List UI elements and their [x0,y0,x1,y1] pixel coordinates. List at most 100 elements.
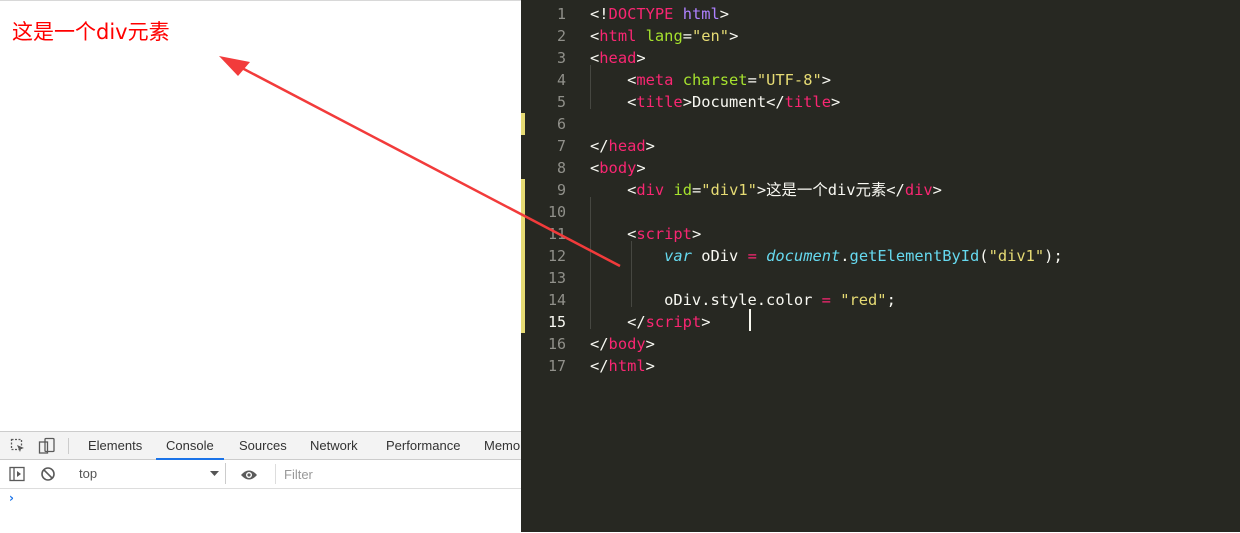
code-token: > [821,71,832,89]
code-token: < [590,71,637,89]
tab-elements[interactable]: Elements [88,432,142,460]
code-line: 5 <title>Document</title> [521,91,1240,113]
context-selector[interactable]: top [69,463,226,484]
code-token: lang [645,27,683,45]
tab-sources[interactable]: Sources [239,432,287,460]
div1-element: 这是一个div元素 [12,20,170,44]
line-number: 1 [556,5,566,23]
line-number: 16 [547,335,566,353]
line-number: 8 [556,159,566,177]
code-text: </script> [590,311,710,333]
code-token: >Document</ [682,93,785,111]
code-text: </body> [590,333,655,355]
prompt-chevron-icon[interactable]: › [9,491,14,505]
tab-console[interactable]: Console [156,432,224,460]
code-text: <div id="div1">这是一个div元素</div> [590,179,942,201]
line-number: 11 [547,225,566,243]
code-token: < [590,49,600,67]
code-token: html [599,27,637,45]
code-token: > [645,137,655,155]
code-token: "red" [840,291,887,309]
code-editor[interactable]: 1 <!DOCTYPE html> 2 <html lang="en"> 3 <head>… [521,0,1240,532]
code-token: < [590,27,600,45]
console-filter-input[interactable] [275,464,515,484]
code-text: <!DOCTYPE html> [590,3,729,25]
code-token: > [719,5,730,23]
text-caret [749,309,751,331]
code-line: 12 var oDiv = document.getElementById("d… [521,245,1240,267]
code-token: "div1" [701,181,757,199]
toolbar-separator [68,438,69,454]
code-token: > [636,49,646,67]
code-token: > [932,181,942,199]
code-token: body [599,159,637,177]
sidebar-toggle-icon[interactable] [9,466,25,486]
device-toolbar-icon[interactable] [38,437,56,459]
eye-icon[interactable] [240,467,258,486]
code-token: <! [590,5,609,23]
tab-performance[interactable]: Performance [386,432,460,460]
code-text: var oDiv = document.getElementById("div1… [590,245,1063,267]
line-number: 3 [556,49,566,67]
code-token: > [729,27,739,45]
clear-console-icon[interactable] [40,466,56,486]
code-line: 4 <meta charset="UTF-8"> [521,69,1240,91]
code-line: 3 <head> [521,47,1240,69]
devtools-panel: Elements Console Sources Network Perform… [0,431,521,533]
line-number: 17 [547,357,566,375]
code-line: 8 <body> [521,157,1240,179]
code-token: document [766,247,841,265]
console-toolbar: top [0,460,521,489]
code-token: . [840,247,850,265]
code-token: = [747,71,757,89]
line-number: 14 [547,291,566,309]
code-token: title [784,93,831,111]
code-text: <body> [590,157,646,179]
line-number: 6 [556,115,566,133]
code-token: = [747,247,757,265]
code-line: 7 </head> [521,135,1240,157]
line-number: 5 [556,93,566,111]
code-line: 6 [521,113,1240,135]
code-text: <html lang="en"> [590,25,738,47]
code-text: <meta charset="UTF-8"> [590,69,831,91]
code-token: oDiv [691,247,748,265]
code-token: div [904,181,933,199]
code-token: </ [590,357,609,375]
code-token: charset [682,71,748,89]
line-number: 13 [547,269,566,287]
code-token: script [636,225,692,243]
code-token: < [590,93,637,111]
code-line: 1 <!DOCTYPE html> [521,3,1240,25]
code-line: 9 <div id="div1">这是一个div元素</div> [521,179,1240,201]
code-line: 14 oDiv.style.color = "red"; [521,289,1240,311]
code-token: head [599,49,637,67]
tab-memory[interactable]: Memo [484,432,520,460]
code-token: DOCTYPE [608,5,674,23]
code-line: 11 <script> [521,223,1240,245]
line-number: 7 [556,137,566,155]
code-line: 13 [521,267,1240,289]
code-text: <script> [590,223,701,245]
line-number: 15 [547,313,566,331]
code-token: script [645,313,702,331]
line-number: 10 [547,203,566,221]
code-token: > [691,225,702,243]
code-token: = [691,181,702,199]
inspect-element-icon[interactable] [10,438,26,458]
tab-network[interactable]: Network [310,432,358,460]
code-token: meta [636,71,674,89]
code-token: < [590,225,637,243]
dropdown-caret-icon [210,463,219,490]
indent-guide [631,241,632,307]
code-text: <title>Document</title> [590,91,840,113]
line-number: 9 [556,181,566,199]
code-token: "en" [692,27,730,45]
code-token: html [608,357,646,375]
line-number: 4 [556,71,566,89]
